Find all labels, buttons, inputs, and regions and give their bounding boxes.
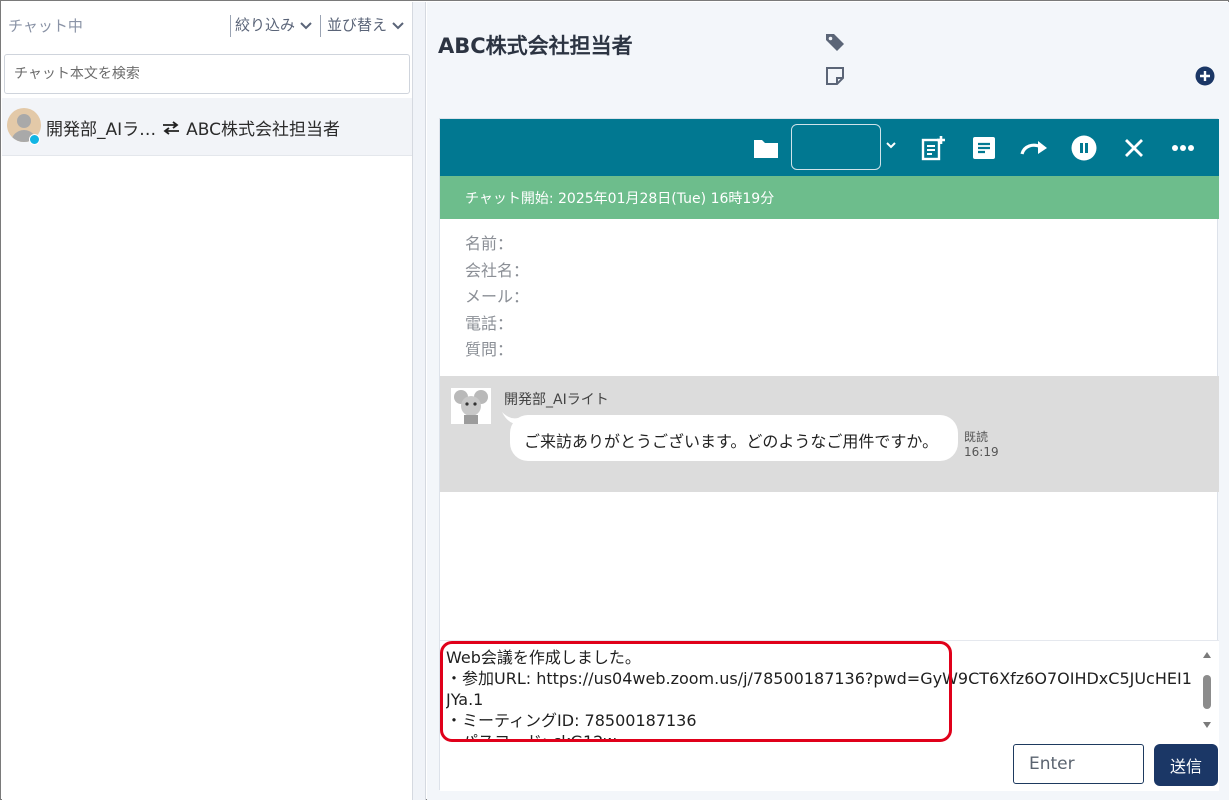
- enter-key-input[interactable]: [1013, 744, 1144, 784]
- visitor-info-fields: 名前： 会社名： メール： 電話： 質問：: [465, 231, 529, 364]
- scroll-down-icon[interactable]: [1202, 721, 1212, 729]
- filter-label: 絞り込み: [235, 16, 296, 34]
- field-name-label: 名前：: [465, 234, 514, 253]
- document-icon[interactable]: [972, 136, 996, 160]
- folder-icon[interactable]: [753, 137, 779, 159]
- add-circle-icon[interactable]: [1195, 66, 1215, 86]
- field-phone-label: 電話：: [465, 313, 514, 333]
- chat-detail-panel: ABC株式会社担当者 チャット開始: 2025年01月28日(Tue) 16時1…: [427, 2, 1229, 800]
- app-window: チャット中 絞り込み 並び替え 開発部_AIラ… ABC株式会社担当者: [0, 0, 1229, 800]
- scroll-thumb[interactable]: [1203, 675, 1211, 709]
- message-composer: Web会議を作成しました。 ・参加URL: https://us04web.zo…: [440, 640, 1219, 791]
- chat-toolbar: [440, 119, 1219, 176]
- pane-divider[interactable]: [412, 2, 426, 800]
- chat-list-panel: チャット中 絞り込み 並び替え 開発部_AIラ… ABC株式会社担当者: [2, 2, 412, 800]
- chat-item-title: 開発部_AIラ… ABC株式会社担当者: [46, 115, 340, 140]
- message-bubble: ご来訪ありがとうございます。どのようなご用件ですか。: [510, 415, 958, 461]
- read-status: 既読: [964, 430, 989, 444]
- chevron-down-icon: [300, 21, 312, 29]
- sort-label: 並び替え: [327, 16, 388, 34]
- message-sender: 開発部_AIライト: [504, 392, 609, 408]
- sort-dropdown[interactable]: 並び替え: [327, 14, 405, 35]
- chat-item-from: 開発部_AIラ…: [46, 120, 157, 140]
- add-note-icon[interactable]: [921, 135, 947, 161]
- online-status-dot: [29, 134, 40, 145]
- message-time: 16:19: [964, 445, 999, 459]
- message-meta: 既読 16:19: [964, 430, 999, 460]
- chat-search-input[interactable]: [4, 54, 410, 94]
- toolbar-select[interactable]: [791, 124, 881, 170]
- transfer-arrows-icon: [163, 120, 180, 135]
- chat-item-to: ABC株式会社担当者: [186, 120, 341, 140]
- chat-panel: チャット開始: 2025年01月28日(Tue) 16時19分 名前： 会社名：…: [439, 118, 1219, 791]
- more-icon[interactable]: [1171, 144, 1195, 152]
- chevron-down-icon: [392, 21, 404, 29]
- sticky-note-icon[interactable]: [825, 66, 845, 86]
- bot-avatar: [451, 388, 491, 424]
- pause-icon[interactable]: [1071, 135, 1097, 161]
- chat-list-header: チャット中 絞り込み 並び替え: [2, 2, 412, 50]
- tag-icon[interactable]: [824, 31, 846, 53]
- highlight-annotation: [440, 641, 952, 742]
- send-button[interactable]: 送信: [1154, 744, 1218, 786]
- field-email-label: メール：: [465, 287, 530, 306]
- chat-status-label: チャット中: [8, 17, 83, 35]
- close-icon[interactable]: [1124, 138, 1144, 158]
- field-company-label: 会社名：: [465, 260, 530, 280]
- filter-dropdown[interactable]: 絞り込み: [235, 14, 313, 35]
- field-question-label: 質問：: [465, 340, 514, 359]
- chevron-down-icon[interactable]: [886, 141, 896, 149]
- chat-list-item[interactable]: 開発部_AIラ… ABC株式会社担当者: [2, 98, 412, 156]
- mouse-avatar-icon: [454, 390, 488, 424]
- forward-icon[interactable]: [1019, 139, 1049, 157]
- scroll-up-icon[interactable]: [1202, 651, 1212, 659]
- message-list: 開発部_AIライト ご来訪ありがとうございます。どのようなご用件ですか。 既読 …: [440, 376, 1219, 492]
- divider: [230, 15, 231, 37]
- chat-start-banner: チャット開始: 2025年01月28日(Tue) 16時19分: [440, 176, 1219, 219]
- divider: [320, 15, 321, 37]
- page-title: ABC株式会社担当者: [438, 34, 633, 58]
- textarea-scrollbar[interactable]: [1200, 649, 1214, 741]
